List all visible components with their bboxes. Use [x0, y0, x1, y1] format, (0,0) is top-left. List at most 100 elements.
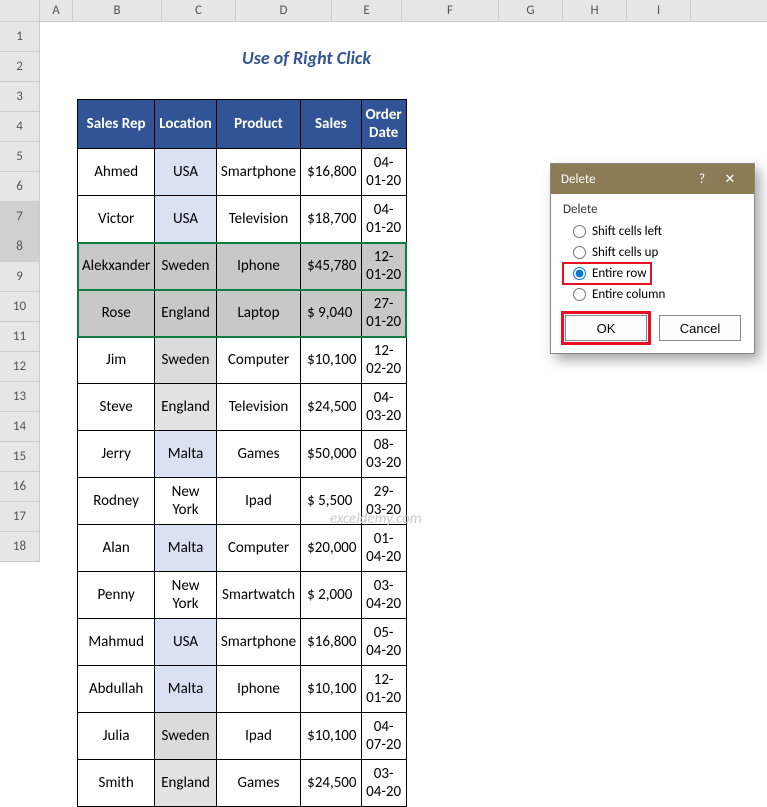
row-header-14[interactable]: 14: [0, 412, 40, 442]
row-header-16[interactable]: 16: [0, 472, 40, 502]
table-row[interactable]: RodneyNew YorkIpad$ 5,50029-03-20: [78, 478, 407, 525]
table-cell[interactable]: 12-01-20: [361, 243, 406, 290]
radio-input-entire-column[interactable]: [573, 288, 586, 301]
radio-entire-row[interactable]: Entire row: [563, 263, 651, 284]
table-row[interactable]: SmithEnglandGames$24,50003-04-20: [78, 760, 407, 807]
table-cell[interactable]: Alekxander: [78, 243, 155, 290]
table-cell[interactable]: Jerry: [78, 431, 155, 478]
table-cell[interactable]: Television: [216, 196, 300, 243]
row-header-9[interactable]: 9: [0, 262, 40, 292]
table-cell[interactable]: England: [155, 290, 217, 337]
table-cell[interactable]: Alan: [78, 525, 155, 572]
table-cell[interactable]: $16,800: [301, 149, 361, 196]
table-cell[interactable]: Smartphone: [216, 619, 300, 666]
table-cell[interactable]: Malta: [155, 431, 217, 478]
row-header-2[interactable]: 2: [0, 52, 40, 82]
table-cell[interactable]: USA: [155, 619, 217, 666]
table-cell[interactable]: 03-04-20: [361, 572, 406, 619]
table-cell[interactable]: USA: [155, 196, 217, 243]
table-cell[interactable]: 04-03-20: [361, 384, 406, 431]
table-header[interactable]: Product: [216, 100, 300, 149]
row-header-8[interactable]: 8: [0, 232, 40, 262]
table-cell[interactable]: $ 5,500: [301, 478, 361, 525]
table-cell[interactable]: $24,500: [301, 384, 361, 431]
table-cell[interactable]: $24,500: [301, 760, 361, 807]
col-header-D[interactable]: D: [236, 0, 332, 21]
radio-shift-left[interactable]: Shift cells left: [563, 221, 742, 242]
table-cell[interactable]: USA: [155, 149, 217, 196]
row-header-15[interactable]: 15: [0, 442, 40, 472]
table-cell[interactable]: Sweden: [155, 713, 217, 760]
table-cell[interactable]: England: [155, 384, 217, 431]
row-header-4[interactable]: 4: [0, 112, 40, 142]
table-cell[interactable]: 04-07-20: [361, 713, 406, 760]
table-header[interactable]: Sales: [301, 100, 361, 149]
table-cell[interactable]: Television: [216, 384, 300, 431]
table-row[interactable]: AlekxanderSwedenIphone$45,78012-01-20: [78, 243, 407, 290]
table-cell[interactable]: Smith: [78, 760, 155, 807]
table-cell[interactable]: Rose: [78, 290, 155, 337]
table-cell[interactable]: 12-02-20: [361, 337, 406, 384]
table-row[interactable]: AhmedUSASmartphone$16,80004-01-20: [78, 149, 407, 196]
table-cell[interactable]: 08-03-20: [361, 431, 406, 478]
help-icon[interactable]: ?: [688, 172, 716, 187]
table-row[interactable]: MahmudUSASmartphone$16,80005-04-20: [78, 619, 407, 666]
radio-entire-column[interactable]: Entire column: [563, 284, 742, 305]
table-cell[interactable]: Jim: [78, 337, 155, 384]
radio-input-entire-row[interactable]: [573, 267, 586, 280]
table-cell[interactable]: Mahmud: [78, 619, 155, 666]
table-row[interactable]: AlanMaltaComputer$20,00001-04-20: [78, 525, 407, 572]
table-cell[interactable]: Penny: [78, 572, 155, 619]
dialog-titlebar[interactable]: Delete ? ✕: [551, 164, 754, 194]
table-header[interactable]: Sales Rep: [78, 100, 155, 149]
table-cell[interactable]: $18,700: [301, 196, 361, 243]
row-header-1[interactable]: 1: [0, 22, 40, 52]
table-cell[interactable]: 01-04-20: [361, 525, 406, 572]
col-header-H[interactable]: H: [563, 0, 627, 21]
table-row[interactable]: JuliaSwedenIpad$10,10004-07-20: [78, 713, 407, 760]
table-cell[interactable]: New York: [155, 478, 217, 525]
table-cell[interactable]: Computer: [216, 337, 300, 384]
radio-input-shift-up[interactable]: [573, 246, 586, 259]
table-cell[interactable]: 04-01-20: [361, 196, 406, 243]
row-header-5[interactable]: 5: [0, 142, 40, 172]
table-cell[interactable]: 04-01-20: [361, 149, 406, 196]
row-header-3[interactable]: 3: [0, 82, 40, 112]
radio-shift-up[interactable]: Shift cells up: [563, 242, 742, 263]
table-cell[interactable]: Laptop: [216, 290, 300, 337]
row-header-7[interactable]: 7: [0, 202, 40, 232]
table-cell[interactable]: $10,100: [301, 666, 361, 713]
table-row[interactable]: SteveEnglandTelevision$24,50004-03-20: [78, 384, 407, 431]
data-table[interactable]: Sales RepLocationProductSalesOrder Date …: [77, 99, 407, 807]
row-header-18[interactable]: 18: [0, 532, 40, 562]
table-cell[interactable]: Steve: [78, 384, 155, 431]
table-cell[interactable]: $16,800: [301, 619, 361, 666]
table-cell[interactable]: $45,780: [301, 243, 361, 290]
table-cell[interactable]: Iphone: [216, 666, 300, 713]
table-cell[interactable]: Smartphone: [216, 149, 300, 196]
table-cell[interactable]: $50,000: [301, 431, 361, 478]
col-header-I[interactable]: I: [627, 0, 691, 21]
table-cell[interactable]: Ahmed: [78, 149, 155, 196]
table-cell[interactable]: Abdullah: [78, 666, 155, 713]
table-cell[interactable]: $ 9,040: [301, 290, 361, 337]
table-cell[interactable]: 29-03-20: [361, 478, 406, 525]
title-cell[interactable]: Use of Right Click: [77, 47, 536, 69]
table-cell[interactable]: Sweden: [155, 243, 217, 290]
row-header-17[interactable]: 17: [0, 502, 40, 532]
table-row[interactable]: PennyNew YorkSmartwatch$ 2,00003-04-20: [78, 572, 407, 619]
row-header-11[interactable]: 11: [0, 322, 40, 352]
table-cell[interactable]: Rodney: [78, 478, 155, 525]
table-cell[interactable]: Smartwatch: [216, 572, 300, 619]
table-header[interactable]: Order Date: [361, 100, 406, 149]
table-cell[interactable]: Sweden: [155, 337, 217, 384]
table-row[interactable]: JimSwedenComputer$10,10012-02-20: [78, 337, 407, 384]
ok-button[interactable]: OK: [565, 315, 647, 341]
radio-input-shift-left[interactable]: [573, 225, 586, 238]
table-cell[interactable]: Victor: [78, 196, 155, 243]
table-row[interactable]: RoseEnglandLaptop$ 9,04027-01-20: [78, 290, 407, 337]
col-header-E[interactable]: E: [332, 0, 402, 21]
table-cell[interactable]: $ 2,000: [301, 572, 361, 619]
cancel-button[interactable]: Cancel: [659, 315, 741, 341]
select-all-corner[interactable]: [0, 0, 40, 21]
